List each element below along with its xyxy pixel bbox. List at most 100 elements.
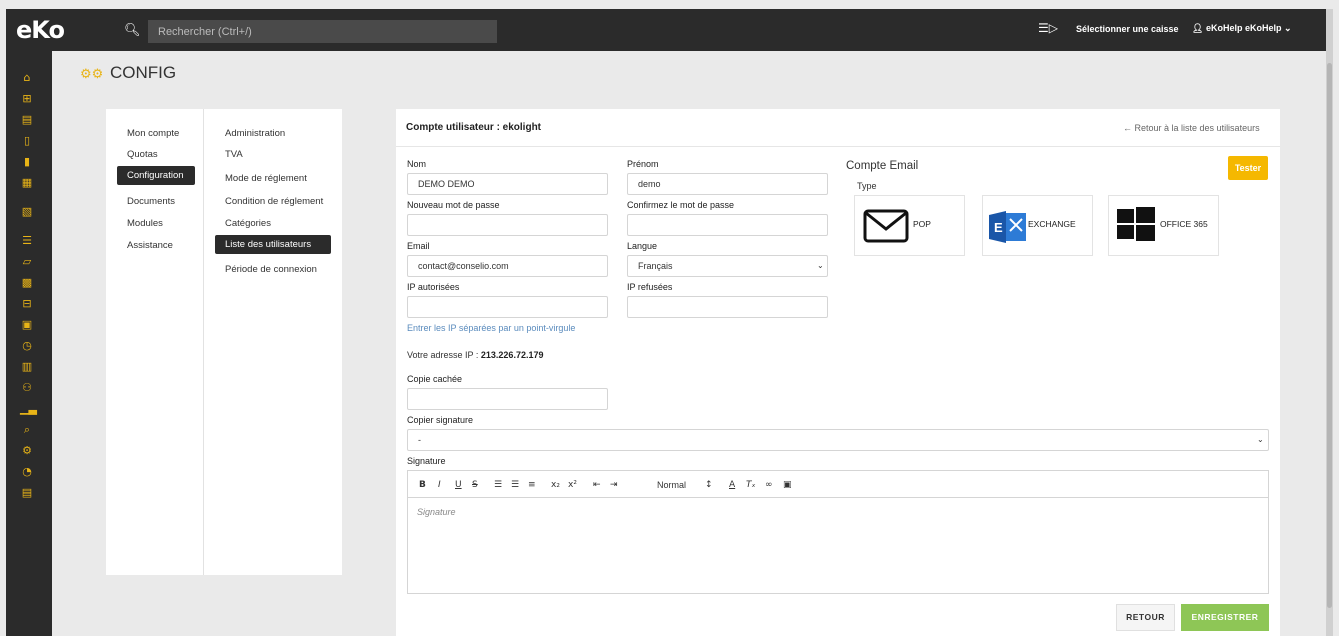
submenu-tva[interactable]: TVA	[215, 145, 253, 164]
page-scrollbar[interactable]	[1326, 9, 1333, 636]
nom-label: Nom	[407, 159, 427, 169]
copie-cachee-input[interactable]	[407, 388, 608, 410]
text-color-icon[interactable]: A	[729, 480, 735, 490]
align-icon[interactable]: ≡	[528, 480, 536, 490]
ip-autorisees-label: IP autorisées	[407, 282, 460, 292]
ip-autorisees-input[interactable]	[407, 296, 608, 318]
settings-icon[interactable]: ⚙	[20, 444, 34, 458]
new-password-input[interactable]	[407, 214, 608, 236]
hierarchy-icon[interactable]: ⊟	[20, 297, 34, 311]
signature-placeholder: Signature	[417, 507, 456, 517]
outdent-icon[interactable]: ⇤	[593, 480, 601, 490]
indent-icon[interactable]: ⇥	[610, 480, 618, 490]
nom-input[interactable]: DEMO DEMO	[407, 173, 608, 195]
envelope-icon	[863, 209, 909, 243]
grid-icon[interactable]: ⊞	[20, 92, 34, 106]
email-account-title: Compte Email	[846, 160, 919, 172]
ordered-list-icon[interactable]: ☰	[494, 480, 502, 490]
tasks-icon[interactable]: ☰	[20, 234, 34, 248]
submenu-condition-reglement[interactable]: Condition de réglement	[215, 192, 333, 211]
back-link-label: Retour à la liste des utilisateurs	[1134, 123, 1260, 133]
link-icon[interactable]: ∞	[765, 480, 773, 490]
document-export-icon[interactable]: ▮	[20, 155, 34, 169]
submenu-periode-connexion[interactable]: Période de connexion	[215, 260, 327, 279]
retour-button[interactable]: RETOUR	[1116, 604, 1175, 631]
home-icon[interactable]: ⌂	[20, 71, 34, 85]
folder-icon[interactable]: ▱	[20, 255, 34, 269]
subscript-icon[interactable]: x₂	[551, 480, 560, 490]
menu-documents[interactable]: Documents	[117, 192, 185, 211]
heading-select[interactable]: Normal	[657, 480, 686, 490]
tester-button[interactable]: Tester	[1228, 156, 1268, 180]
prenom-input[interactable]: demo	[627, 173, 828, 195]
langue-value: Français	[638, 261, 673, 271]
submenu-mode-reglement[interactable]: Mode de réglement	[215, 169, 317, 188]
bullet-list-icon[interactable]: ☰	[511, 480, 519, 490]
stock-icon[interactable]: ▣	[20, 318, 34, 332]
email-type-exchange[interactable]: E EXCHANGE	[982, 195, 1093, 256]
page-title: CONFIG	[110, 63, 177, 82]
invoice-icon[interactable]: ▦	[20, 176, 34, 190]
calculator-icon[interactable]: ▥	[20, 360, 34, 374]
scrollbar-thumb[interactable]	[1327, 63, 1332, 608]
italic-icon[interactable]: I	[438, 480, 441, 490]
timer-icon[interactable]: ◷	[20, 339, 34, 353]
heading-select-arrow-icon: ↕	[705, 480, 713, 490]
sidebar: ⌂ ⊞ ▤ ▯ ▮ ▦ ▧ ☰ ▱ ▩ ⊟ ▣ ◷ ▥ ⚇ ▁▃ ⌕ ⚙ ◔ ▤	[6, 51, 52, 636]
ip-refusees-label: IP refusées	[627, 282, 673, 292]
signature-editor[interactable]	[407, 497, 1269, 594]
email-input[interactable]: contact@conselio.com	[407, 255, 608, 277]
board-icon[interactable]: ▩	[20, 276, 34, 290]
email-type-pop[interactable]: POP	[854, 195, 965, 256]
magnifier-icon[interactable]: ⌕	[20, 423, 34, 437]
form-title: Compte utilisateur : ekolight	[406, 122, 542, 133]
ip-text: Votre adresse IP :	[407, 350, 479, 360]
copier-signature-label: Copier signature	[407, 415, 474, 425]
bar-chart-icon[interactable]: ▁▃	[20, 402, 37, 416]
document-icon[interactable]: ▯	[20, 134, 34, 148]
arrow-left-icon: ←	[1123, 123, 1132, 133]
select-caisse-button[interactable]: Sélectionner une caisse	[1076, 24, 1179, 34]
menu-configuration[interactable]: Configuration	[117, 166, 195, 185]
contacts-icon[interactable]: ⚇	[20, 381, 34, 395]
user-menu[interactable]: 👤︎ eKoHelp eKoHelp ⌄	[1192, 23, 1292, 34]
menu-mon-compte[interactable]: Mon compte	[117, 124, 189, 143]
clear-format-icon[interactable]: Tₓ	[746, 480, 756, 490]
menu-quotas[interactable]: Quotas	[117, 145, 168, 164]
new-password-label: Nouveau mot de passe	[407, 200, 500, 210]
back-to-list-link[interactable]: ← Retour à la liste des utilisateurs	[1123, 123, 1260, 133]
bold-icon[interactable]: B	[419, 480, 426, 490]
save-button[interactable]: ENREGISTRER	[1181, 604, 1269, 631]
chevron-down-icon: ⌄	[1257, 435, 1264, 444]
email-type-office365[interactable]: OFFICE 365	[1108, 195, 1219, 256]
underline-icon[interactable]: U	[455, 480, 462, 490]
list-icon[interactable]: ▤	[20, 113, 34, 127]
editor-toolbar: B I U S ☰ ☰ ≡ x₂ x² ⇤ ⇥ Normal ↕ A Tₓ ∞ …	[407, 470, 1269, 498]
receipt-icon[interactable]: ▧	[20, 205, 34, 219]
menu-assistance[interactable]: Assistance	[117, 236, 183, 255]
superscript-icon[interactable]: x²	[568, 480, 577, 490]
support-icon[interactable]: ◔	[20, 465, 34, 479]
submenu-liste-utilisateurs[interactable]: Liste des utilisateurs	[215, 235, 331, 254]
confirm-password-label: Confirmez le mot de passe	[627, 200, 735, 210]
cash-register-icon[interactable]: ☰▷	[1038, 21, 1058, 35]
search-input[interactable]	[148, 20, 497, 43]
submenu-administration[interactable]: Administration	[215, 124, 295, 143]
logo: eKo	[16, 16, 65, 44]
signature-label: Signature	[407, 456, 446, 466]
archive-icon[interactable]: ▤	[20, 486, 34, 500]
chevron-down-icon: ⌄	[817, 261, 824, 270]
gears-icon: ⚙⚙	[80, 66, 104, 81]
exchange-icon: E	[989, 211, 1026, 243]
langue-select[interactable]: Français	[627, 255, 828, 277]
copier-signature-select[interactable]: -	[407, 429, 1269, 451]
image-icon[interactable]: ▣	[783, 480, 792, 490]
strike-icon[interactable]: S	[472, 480, 478, 490]
user-name: eKoHelp eKoHelp	[1205, 23, 1282, 33]
ip-refusees-input[interactable]	[627, 296, 828, 318]
submenu-categories[interactable]: Catégories	[215, 214, 281, 233]
top-bar: eKo 🔍︎ ☰▷ Sélectionner une caisse 👤︎ eKo…	[6, 9, 1332, 51]
ip-hint: Entrer les IP séparées par un point-virg…	[407, 323, 576, 333]
confirm-password-input[interactable]	[627, 214, 828, 236]
menu-modules[interactable]: Modules	[117, 214, 173, 233]
